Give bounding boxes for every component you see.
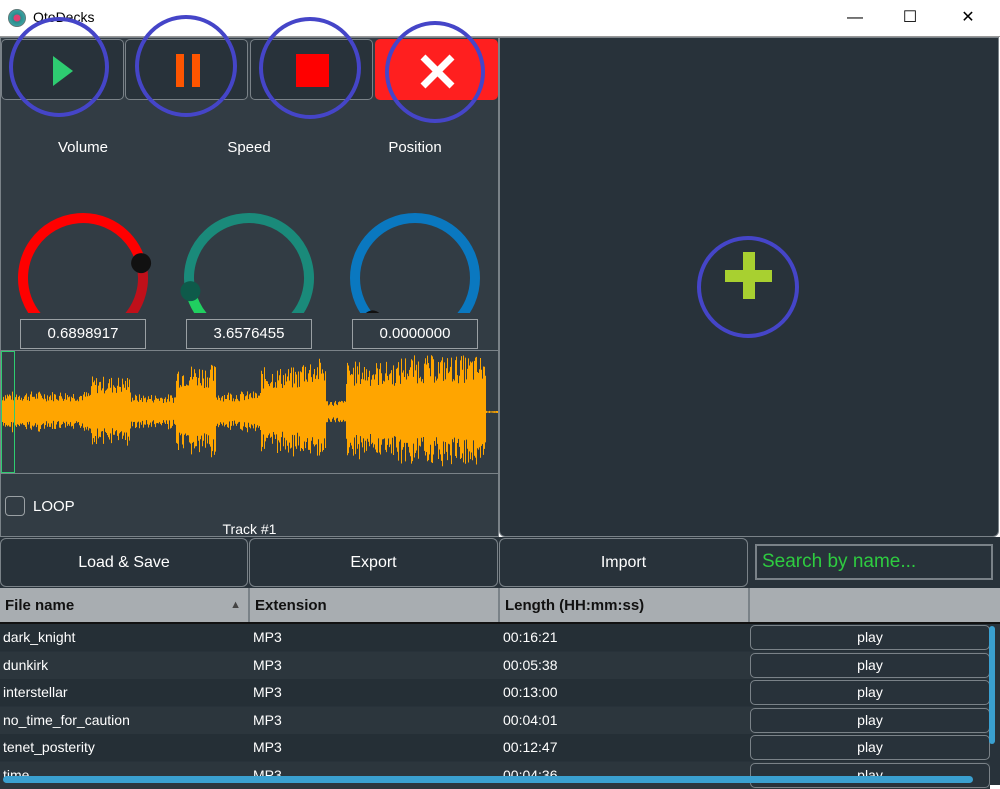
add-deck-button[interactable] (500, 38, 1000, 538)
extension-cell: MP3 (253, 684, 282, 700)
extension-cell: MP3 (253, 629, 282, 645)
knob-thumb[interactable] (180, 281, 201, 302)
waveform-display[interactable] (1, 350, 498, 474)
table-row[interactable]: interstellar MP3 00:13:00 play (0, 679, 990, 706)
vertical-scrollbar[interactable] (989, 626, 995, 744)
length-cell: 00:04:01 (503, 711, 558, 728)
play-icon (53, 56, 73, 86)
play-track-button[interactable]: play (750, 652, 990, 678)
knob-arc (18, 213, 147, 313)
length-cell: 00:16:21 (503, 629, 558, 645)
speed-value[interactable]: 3.6576455 (186, 319, 312, 349)
position-label: Position (388, 139, 442, 156)
table-row[interactable]: tenet_posterity MP3 00:12:47 play (0, 734, 990, 761)
play-track-button[interactable]: play (750, 680, 990, 705)
deck-panel: Volume Speed Position 0.6898917 3.657645… (0, 37, 499, 537)
app-icon (8, 9, 26, 27)
speed-label: Speed (227, 139, 271, 156)
eject-button[interactable] (375, 39, 498, 100)
play-track-button[interactable]: play (750, 762, 990, 788)
pause-button[interactable] (125, 39, 248, 100)
empty-deck-panel (499, 37, 999, 537)
close-icon (420, 54, 455, 89)
export-button[interactable]: Export (249, 538, 498, 587)
extension-cell: MP3 (253, 711, 282, 728)
file-name-cell: no_time_for_caution (3, 711, 130, 728)
play-track-button[interactable]: play (750, 735, 990, 760)
file-name-cell: dark_knight (3, 629, 76, 645)
table-row[interactable]: dark_knight MP3 00:16:21 play (0, 624, 990, 651)
position-knob[interactable] (350, 213, 480, 313)
loop-toggle[interactable]: LOOP (5, 496, 75, 516)
close-window-button[interactable]: ✕ (953, 6, 983, 30)
length-cell: 00:04:36 (503, 766, 558, 783)
window-title: OtoDecks (33, 9, 95, 25)
stop-button[interactable] (250, 39, 373, 100)
loop-checkbox[interactable] (5, 496, 25, 516)
play-button[interactable] (1, 39, 124, 100)
play-track-button[interactable]: play (750, 707, 990, 733)
table-row[interactable]: time MP3 00:04:36 play (0, 761, 990, 789)
import-button[interactable]: Import (499, 538, 748, 587)
file-name-cell: tenet_posterity (3, 739, 95, 755)
stop-icon (296, 54, 329, 87)
length-cell: 00:12:47 (503, 739, 558, 755)
speed-knob[interactable] (180, 213, 314, 313)
horizontal-scrollbar[interactable] (3, 776, 973, 783)
length-cell: 00:05:38 (503, 656, 558, 673)
maximize-button[interactable]: ☐ (895, 6, 925, 30)
title-bar: OtoDecks — ☐ ✕ (0, 0, 1000, 37)
volume-label: Volume (57, 139, 109, 156)
knobs-area (18, 213, 480, 313)
play-track-button[interactable]: play (750, 625, 990, 650)
search-input[interactable]: Search by name... (755, 544, 993, 580)
playhead[interactable] (1, 351, 15, 473)
knob-thumb[interactable] (131, 253, 152, 274)
column-header-file-name[interactable]: File name ▲ (0, 588, 250, 623)
plus-icon (725, 252, 772, 299)
table-row[interactable]: dunkirk MP3 00:05:38 play (0, 651, 990, 679)
pause-icon (176, 54, 200, 87)
load-save-button[interactable]: Load & Save (0, 538, 248, 587)
track-label: Track #1 (222, 521, 277, 537)
waveform (1, 355, 498, 467)
column-header-length[interactable]: Length (HH:mm:ss) (500, 588, 750, 623)
knob-arc (350, 213, 480, 313)
position-value[interactable]: 0.0000000 (352, 319, 478, 349)
loop-label: LOOP (33, 497, 75, 515)
column-label: File name (5, 597, 75, 614)
sort-ascending-icon: ▲ (230, 599, 241, 611)
minimize-button[interactable]: — (840, 6, 870, 30)
file-name-cell: dunkirk (3, 656, 49, 673)
extension-cell: MP3 (253, 656, 282, 673)
volume-value[interactable]: 0.6898917 (20, 319, 146, 349)
file-name-cell: interstellar (3, 684, 68, 700)
volume-knob[interactable] (18, 213, 152, 313)
extension-cell: MP3 (253, 739, 282, 755)
column-header-extension[interactable]: Extension (250, 588, 500, 623)
column-header-action[interactable] (750, 588, 1000, 623)
extension-cell: MP3 (253, 766, 282, 783)
length-cell: 00:13:00 (503, 684, 558, 700)
table-row[interactable]: no_time_for_caution MP3 00:04:01 play (0, 706, 990, 734)
file-name-cell: time (3, 766, 30, 783)
knob-arc (184, 213, 314, 313)
